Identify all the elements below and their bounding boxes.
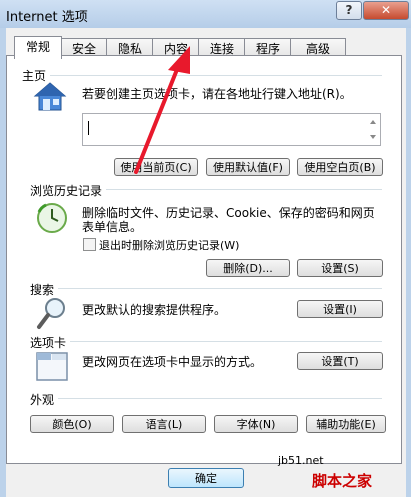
homepage-address-input[interactable] [82, 113, 381, 146]
tab-general[interactable]: 常规 [14, 36, 62, 59]
delete-on-exit-checkbox[interactable] [83, 238, 96, 251]
history-settings-button[interactable]: 设置(S) [297, 259, 383, 277]
colors-button[interactable]: 颜色(O) [30, 415, 114, 433]
history-description-line2: 表单信息。 [82, 220, 143, 234]
close-button[interactable]: ✕ [363, 1, 409, 20]
tabs-window-icon [36, 352, 68, 381]
watermark-logo-text: 脚本之家 [312, 472, 373, 490]
tabs-description: 更改网页在选项卡中显示的方式。 [82, 355, 263, 369]
home-icon [33, 82, 67, 111]
search-description: 更改默认的搜索提供程序。 [82, 303, 227, 317]
homepage-description: 若要创建主页选项卡，请在各地址行键入地址(R)。 [82, 87, 352, 101]
tabs-settings-button[interactable]: 设置(T) [297, 352, 383, 370]
delete-history-button[interactable]: 删除(D)... [206, 259, 290, 277]
divider [70, 341, 382, 342]
title-bar: Internet 选项 ? ✕ [0, 0, 411, 28]
address-scrollbar[interactable] [366, 114, 380, 145]
search-magnifier-icon [37, 298, 65, 329]
tabs-section-label: 选项卡 [30, 336, 67, 350]
watermark-url: jb51.net [278, 454, 324, 467]
divider [106, 189, 382, 190]
appearance-section-label: 外观 [30, 393, 55, 407]
text-caret [88, 121, 89, 135]
languages-button[interactable]: 语言(L) [122, 415, 206, 433]
ok-button[interactable]: 确定 [168, 468, 244, 488]
window-title: Internet 选项 [6, 10, 88, 25]
history-clock-icon [37, 203, 67, 233]
divider [58, 398, 382, 399]
history-section-label: 浏览历史记录 [30, 184, 103, 198]
accessibility-button[interactable]: 辅助功能(E) [306, 415, 386, 433]
use-blank-button[interactable]: 使用空白页(B) [297, 158, 383, 176]
divider [50, 75, 382, 76]
fonts-button[interactable]: 字体(N) [214, 415, 298, 433]
use-default-button[interactable]: 使用默认值(F) [206, 158, 290, 176]
delete-on-exit-label: 退出时删除浏览历史记录(W) [99, 239, 240, 252]
red-arrow-annotation [134, 46, 190, 174]
help-button[interactable]: ? [336, 1, 362, 20]
search-settings-button[interactable]: 设置(I) [297, 300, 383, 318]
divider [58, 288, 382, 289]
